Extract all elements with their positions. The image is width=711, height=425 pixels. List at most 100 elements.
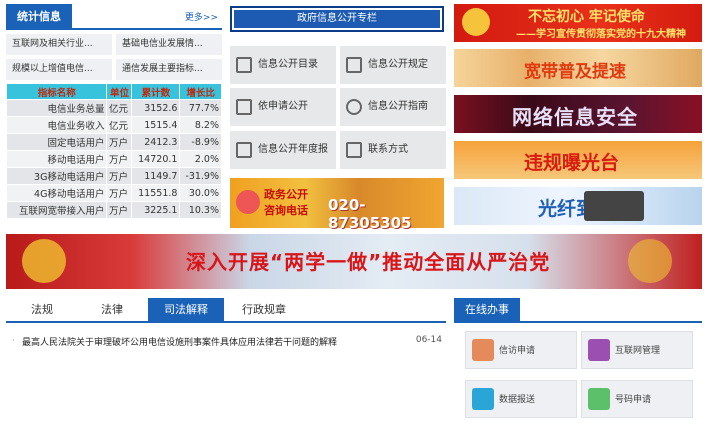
table-row[interactable]: 电信业务收入 亿元 1515.4 8.2% [5, 116, 222, 134]
gov-info-rules[interactable]: 信息公开规定 [340, 46, 446, 84]
row-total: 1515.4 [131, 116, 181, 134]
party-emblem-icon [22, 239, 66, 283]
news-title-link[interactable]: 最高人民法院关于审理破坏公用电信设施刑事案件具体应用法律若干问题的解释 [22, 335, 337, 348]
stats-quick-links: 互联网及相关行业... 基础电信业发展情... 规模以上增值电信... 通信发展… [6, 34, 222, 80]
banner-party-spirit[interactable]: 不忘初心 牢记使命 ——学习宣传贯彻落实党的十九大精神 [454, 4, 702, 42]
banner-broadband[interactable]: 宽带普及提速 [454, 49, 702, 87]
row-unit: 亿元 [106, 99, 133, 117]
banner-title: 网络信息安全 [512, 105, 638, 129]
row-name: 4G移动电话用户 [5, 184, 108, 202]
row-growth: -31.9% [179, 167, 222, 185]
petition-button[interactable]: 信访申请 [465, 331, 577, 369]
list-item[interactable]: · 最高人民法院关于审理破坏公用电信设施刑事案件具体应用法律若干问题的解释 06… [12, 334, 442, 350]
row-name: 固定电话用户 [5, 133, 108, 151]
tab-regulations[interactable]: 法规 [12, 298, 72, 321]
row-unit: 万户 [106, 150, 133, 168]
contact-icon [346, 142, 362, 158]
quick-link-indicators[interactable]: 通信发展主要指标... [116, 59, 222, 80]
row-total: 3152.6 [131, 99, 181, 117]
gov-item-label: 联系方式 [368, 144, 408, 155]
col-total: 累计数 [131, 83, 181, 100]
quick-link-basic-telecom[interactable]: 基础电信业发展情... [116, 34, 222, 55]
stats-title: 统计信息 [6, 4, 72, 30]
stats-header: 统计信息 更多>> [6, 4, 222, 30]
gov-info-contact[interactable]: 联系方式 [340, 131, 446, 169]
tab-laws[interactable]: 法律 [82, 298, 142, 321]
data-report-button[interactable]: 数据报送 [465, 380, 577, 418]
banner-violation-exposure[interactable]: 违规曝光台 [454, 141, 702, 179]
banner-subtitle: ——学习宣传贯彻落实党的十九大精神 [516, 29, 686, 40]
row-unit: 万户 [106, 133, 133, 151]
row-growth: 10.3% [179, 201, 222, 219]
online-item-label: 号码申请 [615, 395, 652, 405]
online-item-label: 信访申请 [499, 346, 536, 356]
banner-title: 违规曝光台 [524, 152, 620, 174]
banner-title: 深入开展“两学一做”推动全面从严治党 [186, 250, 551, 274]
compass-icon [346, 99, 362, 115]
stats-table-header: 指标名称 单位 累计数 增长比 [5, 83, 222, 100]
row-growth: 8.2% [179, 116, 222, 134]
gov-info-guide[interactable]: 信息公开指南 [340, 88, 446, 126]
internet-management-button[interactable]: 互联网管理 [581, 331, 693, 369]
data-tree-icon [472, 388, 494, 410]
table-row[interactable]: 固定电话用户 万户 2412.3 -8.9% [5, 133, 222, 151]
online-item-label: 数据报送 [499, 395, 536, 405]
gov-item-label: 信息公开目录 [258, 59, 318, 70]
stats-panel: 统计信息 更多>> 互联网及相关行业... 基础电信业发展情... 规模以上增值… [5, 4, 222, 222]
list-icon [236, 57, 252, 73]
row-name: 3G移动电话用户 [5, 167, 108, 185]
row-growth: 30.0% [179, 184, 222, 202]
check-form-icon [236, 99, 252, 115]
gov-item-label: 信息公开规定 [368, 59, 428, 70]
document-icon [346, 57, 362, 73]
row-name: 电信业务收入 [5, 116, 108, 134]
col-unit: 单位 [106, 83, 133, 100]
phone-icon [236, 190, 260, 214]
row-total: 1149.7 [131, 167, 181, 185]
online-services-header: 在线办事 [454, 298, 702, 323]
row-growth: 2.0% [179, 150, 222, 168]
national-emblem-icon [628, 239, 672, 283]
table-row[interactable]: 电信业务总量 亿元 3152.6 77.7% [5, 99, 222, 117]
table-row[interactable]: 移动电话用户 万户 14720.1 2.0% [5, 150, 222, 168]
stats-more-link[interactable]: 更多>> [185, 10, 218, 23]
gov-info-header-label: 政府信息公开专栏 [234, 10, 440, 28]
table-row[interactable]: 4G移动电话用户 万户 11551.8 30.0% [5, 184, 222, 202]
row-total: 2412.3 [131, 133, 181, 151]
party-emblem-icon [462, 8, 490, 36]
quick-link-internet[interactable]: 互联网及相关行业... [6, 34, 112, 55]
row-name: 互联网宽带接入用户 [5, 201, 108, 219]
table-row[interactable]: 3G移动电话用户 万户 1149.7 -31.9% [5, 167, 222, 185]
row-unit: 万户 [106, 167, 133, 185]
hotline-line2: 咨询电话 [264, 204, 308, 217]
online-item-label: 互联网管理 [615, 346, 661, 356]
row-name: 移动电话用户 [5, 150, 108, 168]
gov-info-catalog[interactable]: 信息公开目录 [230, 46, 336, 84]
stats-table: 指标名称 单位 累计数 增长比 电信业务总量 亿元 3152.6 77.7% 电信业务… [5, 83, 222, 219]
gov-info-request[interactable]: 依申请公开 [230, 88, 336, 126]
banner-fiber-home[interactable]: 光纤到户 [454, 187, 702, 225]
quick-link-value-added[interactable]: 规模以上增值电信... [6, 59, 112, 80]
row-name: 电信业务总量 [5, 99, 108, 117]
col-name: 指标名称 [5, 83, 108, 100]
gov-info-annual-report[interactable]: 信息公开年度报告 [230, 131, 336, 193]
row-total: 11551.8 [131, 184, 181, 202]
gov-info-header-button[interactable]: 政府信息公开专栏 [230, 6, 444, 32]
tab-administrative-rules[interactable]: 行政规章 [228, 298, 300, 321]
bullet-icon: · [12, 336, 15, 346]
banner-network-security[interactable]: 网络信息安全 [454, 95, 702, 133]
tab-judicial-interpretation[interactable]: 司法解释 [148, 298, 224, 321]
row-unit: 亿元 [106, 116, 133, 134]
mail-icon [472, 339, 494, 361]
row-total: 14720.1 [131, 150, 181, 168]
table-row[interactable]: 互联网宽带接入用户 万户 3225.1 10.3% [5, 201, 222, 219]
hotline-line1: 政务公开 [264, 188, 308, 201]
hotline-banner[interactable]: 政务公开 咨询电话 020-87305305 [230, 178, 444, 232]
form-icon [588, 388, 610, 410]
banner-two-studies[interactable]: 深入开展“两学一做”推动全面从严治党 [6, 234, 702, 289]
number-application-button[interactable]: 号码申请 [581, 380, 693, 418]
row-unit: 万户 [106, 184, 133, 202]
row-total: 3225.1 [131, 201, 181, 219]
banner-title: 不忘初心 牢记使命 [528, 9, 645, 25]
news-date: 06-14 [415, 335, 442, 345]
